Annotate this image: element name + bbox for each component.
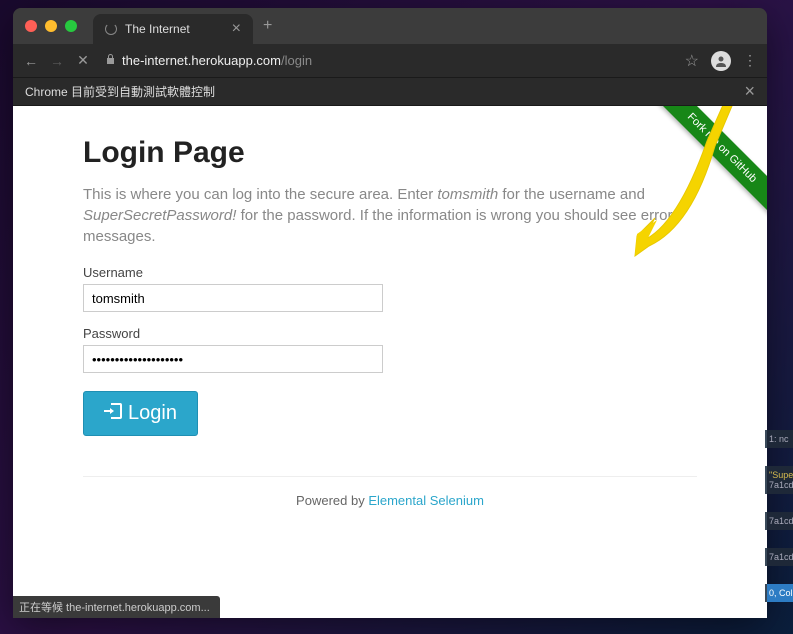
minimize-window-button[interactable]: [45, 20, 57, 32]
browser-tab[interactable]: The Internet ×: [93, 14, 253, 44]
github-ribbon-label: Fork me on GitHub: [646, 106, 767, 224]
password-input[interactable]: [83, 345, 383, 373]
browser-window: The Internet × + ← → ✕ the-internet.hero…: [13, 8, 767, 618]
url-text: the-internet.herokuapp.com/login: [122, 53, 312, 68]
maximize-window-button[interactable]: [65, 20, 77, 32]
tab-close-icon[interactable]: ×: [232, 20, 241, 38]
automation-info-bar: Chrome 目前受到自動測試軟體控制 ×: [13, 78, 767, 106]
forward-button[interactable]: →: [49, 53, 65, 69]
title-bar: The Internet × +: [13, 8, 767, 44]
tab-title: The Internet: [125, 22, 224, 36]
automation-close-icon[interactable]: ×: [744, 81, 755, 102]
login-button[interactable]: Login: [83, 391, 198, 436]
background-editor-panel: 1: nc "Super7a1cd/ 7a1cd/ 7a1cd/ 0, Col …: [765, 430, 793, 602]
address-bar[interactable]: the-internet.herokuapp.com/login: [101, 53, 675, 68]
back-button[interactable]: ←: [23, 53, 39, 69]
footer-prefix: Powered by: [296, 493, 368, 508]
page-title: Login Page: [83, 136, 697, 170]
close-window-button[interactable]: [25, 20, 37, 32]
signin-icon: [104, 403, 122, 424]
automation-message: Chrome 目前受到自動測試軟體控制: [25, 83, 215, 100]
traffic-lights: [25, 20, 77, 32]
side-item: 1: nc: [765, 430, 793, 448]
github-ribbon[interactable]: Fork me on GitHub: [637, 106, 767, 236]
side-item: "Super7a1cd/: [765, 466, 793, 494]
nav-right-controls: ☆ ⋮: [685, 51, 757, 71]
page-subtitle: This is where you can log into the secur…: [83, 184, 697, 247]
page-footer: Powered by Elemental Selenium: [83, 476, 697, 508]
side-item: 0, Col 3: [765, 584, 793, 602]
side-item: 7a1cd/: [765, 548, 793, 566]
page-content: Fork me on GitHub Login Page This is whe…: [13, 106, 767, 618]
side-item: 7a1cd/: [765, 512, 793, 530]
bookmark-icon[interactable]: ☆: [685, 51, 699, 71]
status-bar: 正在等候 the-internet.herokuapp.com...: [13, 596, 220, 618]
loading-spinner-icon: [105, 23, 117, 35]
kebab-menu-icon[interactable]: ⋮: [743, 52, 757, 69]
profile-icon[interactable]: [711, 51, 731, 71]
navigation-bar: ← → ✕ the-internet.herokuapp.com/login ☆…: [13, 44, 767, 78]
footer-link[interactable]: Elemental Selenium: [368, 493, 484, 508]
username-input[interactable]: [83, 284, 383, 312]
password-label: Password: [83, 326, 697, 341]
stop-reload-button[interactable]: ✕: [75, 52, 91, 69]
username-label: Username: [83, 265, 697, 280]
new-tab-button[interactable]: +: [263, 17, 272, 35]
lock-icon: [105, 53, 116, 68]
login-button-label: Login: [128, 402, 177, 425]
